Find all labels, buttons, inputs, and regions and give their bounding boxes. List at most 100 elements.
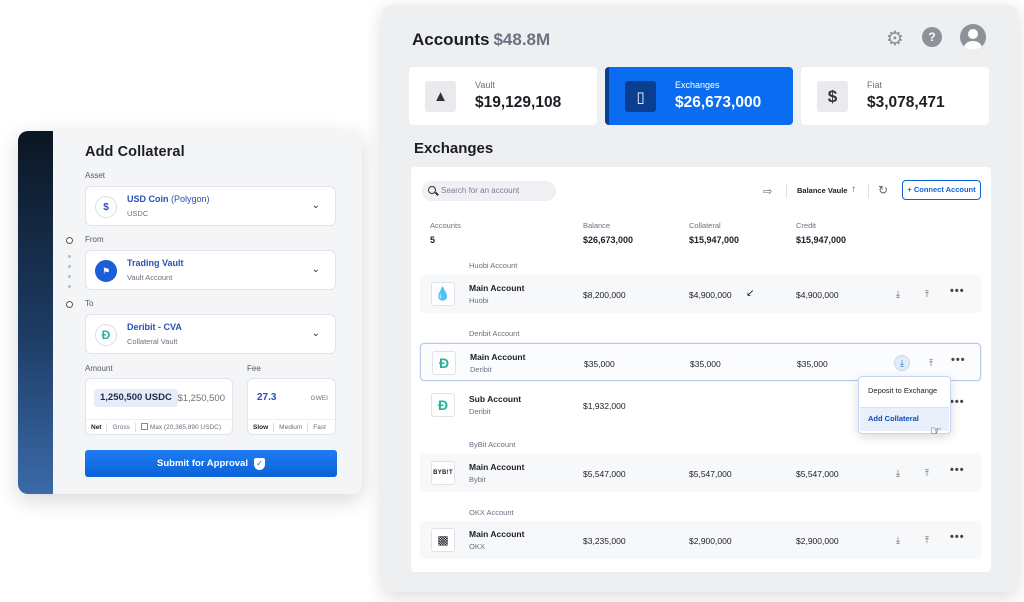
chevron-down-icon: ⌄ <box>311 264 320 275</box>
card-vault[interactable]: ▲ Vault $19,129,108 <box>409 67 597 125</box>
exchange-name: OKX <box>469 542 485 551</box>
deposit-icon[interactable]: ⤓ <box>890 532 906 548</box>
exchange-name: Bybit <box>469 475 486 484</box>
candlestick-icon: ▯ <box>625 81 656 112</box>
chevron-down-icon: ⌄ <box>311 200 320 211</box>
gear-icon[interactable]: ⚙ <box>885 28 905 50</box>
from-name: Trading Vault <box>127 258 184 268</box>
search-placeholder: Search for an account <box>441 186 520 195</box>
connect-account-button[interactable]: + Connect Account <box>902 180 981 200</box>
exchange-name: Deribit <box>470 365 492 374</box>
table-row[interactable]: 💧 Main Account Huobi $8,200,000 $4,900,0… <box>420 275 981 313</box>
account-name: Main Account <box>469 462 525 472</box>
card-fiat[interactable]: $ Fiat $3,078,471 <box>801 67 989 125</box>
vault-shield-icon: ⚑ <box>95 260 117 282</box>
fee-unit: GWEI <box>310 395 328 402</box>
fee-value: 27.3 <box>257 392 277 403</box>
gross-option[interactable]: Gross <box>112 424 129 431</box>
fast-option[interactable]: Fast <box>313 424 326 431</box>
avatar[interactable] <box>960 24 986 50</box>
collateral-total: $15,947,000 <box>689 235 740 245</box>
submit-for-approval-button[interactable]: Submit for Approval ✓ <box>85 450 337 477</box>
amount-value[interactable]: 1,250,500 USDC <box>94 389 178 407</box>
export-icon[interactable]: ⇨ <box>763 185 772 198</box>
asset-label: Asset <box>85 171 106 180</box>
more-options-icon[interactable]: ••• <box>950 396 965 408</box>
huobi-logo: 💧 <box>431 282 455 306</box>
menu-item-deposit-to-exchange[interactable]: Deposit to Exchange <box>868 386 937 395</box>
to-sub: Collateral Vault <box>127 337 178 346</box>
more-options-icon[interactable]: ••• <box>950 464 965 476</box>
fee-label: Fee <box>247 364 261 373</box>
chevron-down-icon: ⌄ <box>311 328 320 339</box>
table-row[interactable]: ▩ Main Account OKX $3,235,000 $2,900,000… <box>420 521 981 559</box>
page-title: Accounts $48.8M <box>412 30 551 49</box>
route-dot <box>68 285 71 288</box>
exchanges-table: Search for an account ⇨ Balance Vaule ↑ … <box>411 167 991 572</box>
to-select[interactable]: Ð Deribit - CVA Collateral Vault ⌄ <box>85 314 336 354</box>
add-collateral-panel: Add Collateral Asset $ USD Coin (Polygon… <box>18 131 362 494</box>
submit-label: Submit for Approval <box>157 458 248 469</box>
search-input[interactable]: Search for an account <box>422 181 556 201</box>
withdraw-icon[interactable]: ⤒ <box>919 286 935 302</box>
withdraw-icon[interactable]: ⤒ <box>923 355 939 371</box>
usdc-icon: $ <box>95 196 117 218</box>
withdraw-icon[interactable]: ⤒ <box>919 532 935 548</box>
exchange-name: Huobi <box>469 296 489 305</box>
from-label: From <box>85 235 104 244</box>
sort-label[interactable]: Balance Vaule <box>797 186 847 195</box>
exchange-name: Deribit <box>469 407 491 416</box>
more-options-icon[interactable]: ••• <box>950 285 965 297</box>
card-value: $19,129,108 <box>475 94 562 111</box>
total-balance: $48.8M <box>493 30 551 49</box>
route-dot <box>68 265 71 268</box>
card-value: $26,673,000 <box>675 94 762 111</box>
from-sub: Vault Account <box>127 273 173 282</box>
slow-option[interactable]: Slow <box>253 424 268 431</box>
route-dot <box>68 275 71 278</box>
balance-total: $26,673,000 <box>583 235 634 245</box>
arrow-down-left-icon: ↙ <box>746 288 755 299</box>
balance-cell: $3,235,000 <box>583 536 626 546</box>
card-exchanges[interactable]: ▯ Exchanges $26,673,000 <box>605 67 793 125</box>
more-options-icon[interactable]: ••• <box>951 354 966 366</box>
to-label: To <box>85 299 94 308</box>
deposit-icon[interactable]: ⤓ <box>890 286 906 302</box>
credit-cell: $4,900,000 <box>796 290 839 300</box>
card-label: Fiat <box>867 80 883 90</box>
max-checkbox[interactable]: Max (20,365,890 USDC) <box>140 423 221 431</box>
account-name: Sub Account <box>469 394 522 404</box>
deposit-icon[interactable]: ⤓ <box>890 465 906 481</box>
table-row[interactable]: BYB!T Main Account Bybit $5,547,000 $5,5… <box>420 454 981 492</box>
from-select[interactable]: ⚑ Trading Vault Vault Account ⌄ <box>85 250 336 290</box>
fee-field[interactable]: 27.3 GWEI Slow Medium Fast <box>247 378 336 435</box>
deposit-icon[interactable]: ⤓ <box>894 355 910 371</box>
help-icon[interactable]: ? <box>922 27 942 47</box>
refresh-icon[interactable]: ↻ <box>878 183 888 197</box>
asset-name: USD Coin (Polygon) <box>127 194 210 204</box>
collateral-cell: $2,900,000 <box>689 536 732 546</box>
route-dot-to <box>66 301 73 308</box>
medium-option[interactable]: Medium <box>279 424 302 431</box>
okx-logo: ▩ <box>431 528 455 552</box>
net-option[interactable]: Net <box>91 424 101 431</box>
balance-cell: $1,932,000 <box>583 401 626 411</box>
amount-field[interactable]: 1,250,500 USDC $1,250,500 Net Gross Max … <box>85 378 233 435</box>
withdraw-icon[interactable]: ⤒ <box>919 465 935 481</box>
accounts-window: Accounts $48.8M ⚙ ? ▲ Vault $19,129,108 ▯… <box>382 5 1018 592</box>
deribit-logo: Ð <box>432 351 456 375</box>
collateral-cell: $5,547,000 <box>689 469 732 479</box>
asset-select[interactable]: $ USD Coin (Polygon) USDC ⌄ <box>85 186 336 226</box>
balance-cell: $5,547,000 <box>583 469 626 479</box>
collateral-header: Collateral <box>689 221 721 230</box>
group-label-bybit: ByBit Account <box>469 440 516 449</box>
deribit-logo: Ð <box>431 393 455 417</box>
more-options-icon[interactable]: ••• <box>950 531 965 543</box>
shield-check-icon: ✓ <box>253 457 265 470</box>
accounts-count: 5 <box>430 235 436 245</box>
group-label-huobi: Huobi Account <box>469 261 518 270</box>
balance-header: Balance <box>583 221 611 230</box>
group-label-okx: OKX Account <box>469 508 514 517</box>
deribit-icon: Ð <box>95 324 117 346</box>
sort-arrow-icon[interactable]: ↑ <box>851 184 856 195</box>
